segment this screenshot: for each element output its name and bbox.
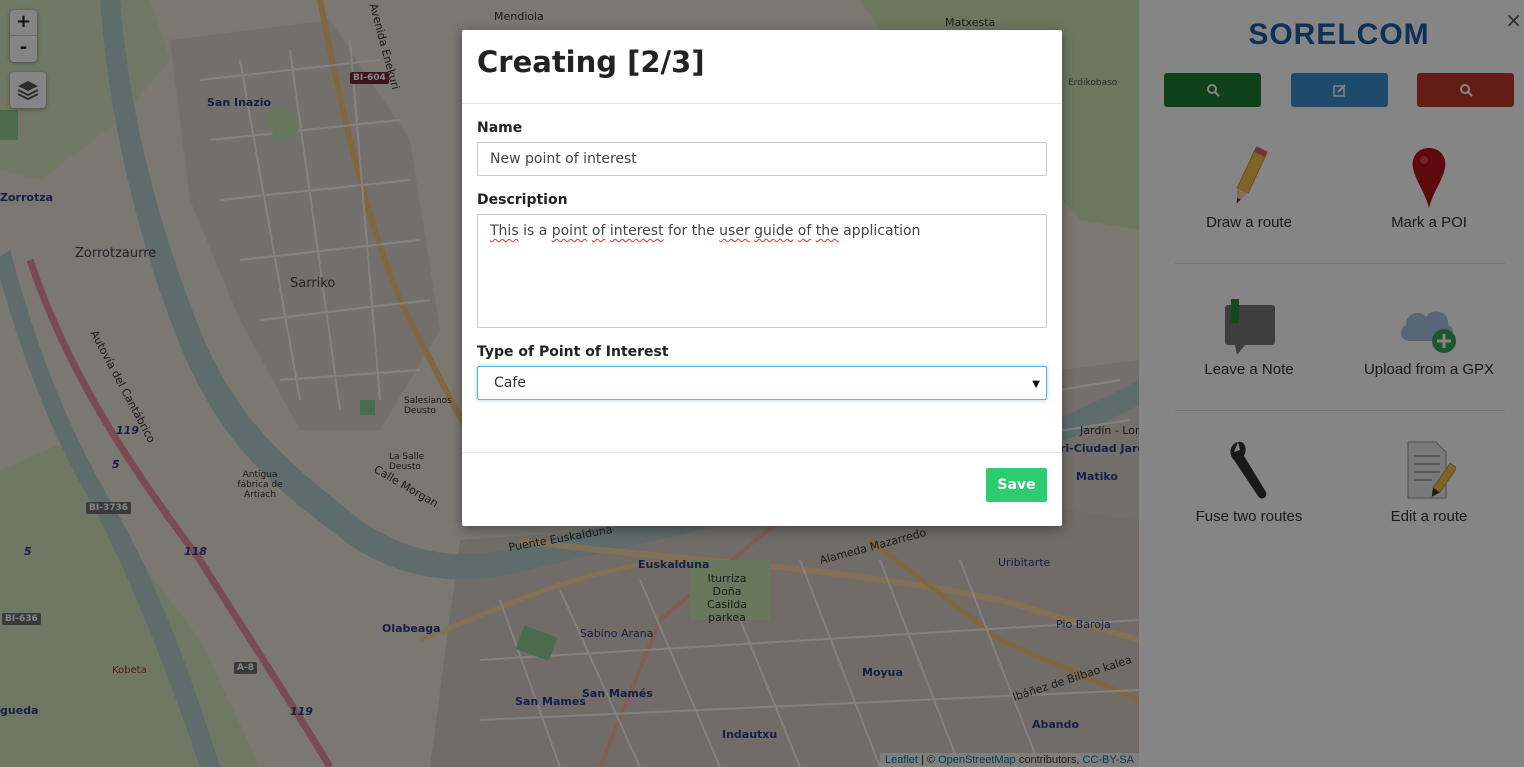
description-word: for the: [668, 223, 715, 239]
poi-type-select[interactable]: Cafe ▼: [477, 366, 1047, 400]
description-word: guide: [754, 223, 794, 239]
create-poi-dialog: Creating [2/3] Name Description This is …: [462, 30, 1062, 526]
description-word: user: [719, 223, 750, 239]
description-word: of: [591, 223, 606, 239]
description-label: Description: [477, 192, 568, 208]
name-label: Name: [477, 120, 523, 136]
dialog-footer: Save: [462, 452, 1062, 526]
dialog-header: Creating [2/3]: [462, 30, 1062, 104]
dialog-body: Name Description This is a point of inte…: [462, 104, 1062, 452]
description-textarea[interactable]: This is a point of interest for the user…: [477, 214, 1047, 328]
name-input[interactable]: [477, 142, 1047, 176]
poi-type-label: Type of Point of Interest: [477, 344, 669, 360]
description-word: the: [815, 223, 839, 239]
description-word: point: [551, 223, 588, 239]
save-button[interactable]: Save: [986, 468, 1047, 502]
description-word: This: [490, 223, 519, 239]
caret-down-icon: ▼: [1032, 379, 1040, 390]
description-word: is a: [523, 223, 548, 239]
description-word: interest: [609, 223, 664, 239]
poi-type-value: Cafe: [494, 375, 526, 391]
description-word: application: [843, 223, 921, 239]
description-word: of: [797, 223, 812, 239]
dialog-title: Creating [2/3]: [477, 45, 705, 79]
